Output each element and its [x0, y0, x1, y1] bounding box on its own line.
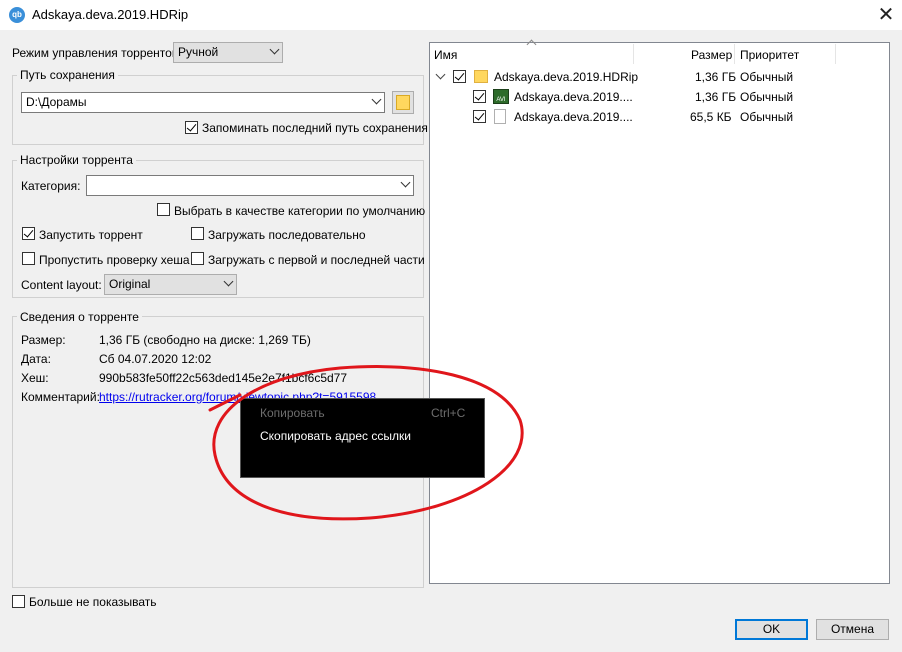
- dont-show-again-checkbox[interactable]: [12, 595, 25, 608]
- ok-button[interactable]: OK: [735, 619, 808, 640]
- red-annotation-circle: [208, 365, 524, 521]
- cancel-button[interactable]: Отмена: [816, 619, 889, 640]
- dont-show-again-label: Больше не показывать: [29, 595, 157, 609]
